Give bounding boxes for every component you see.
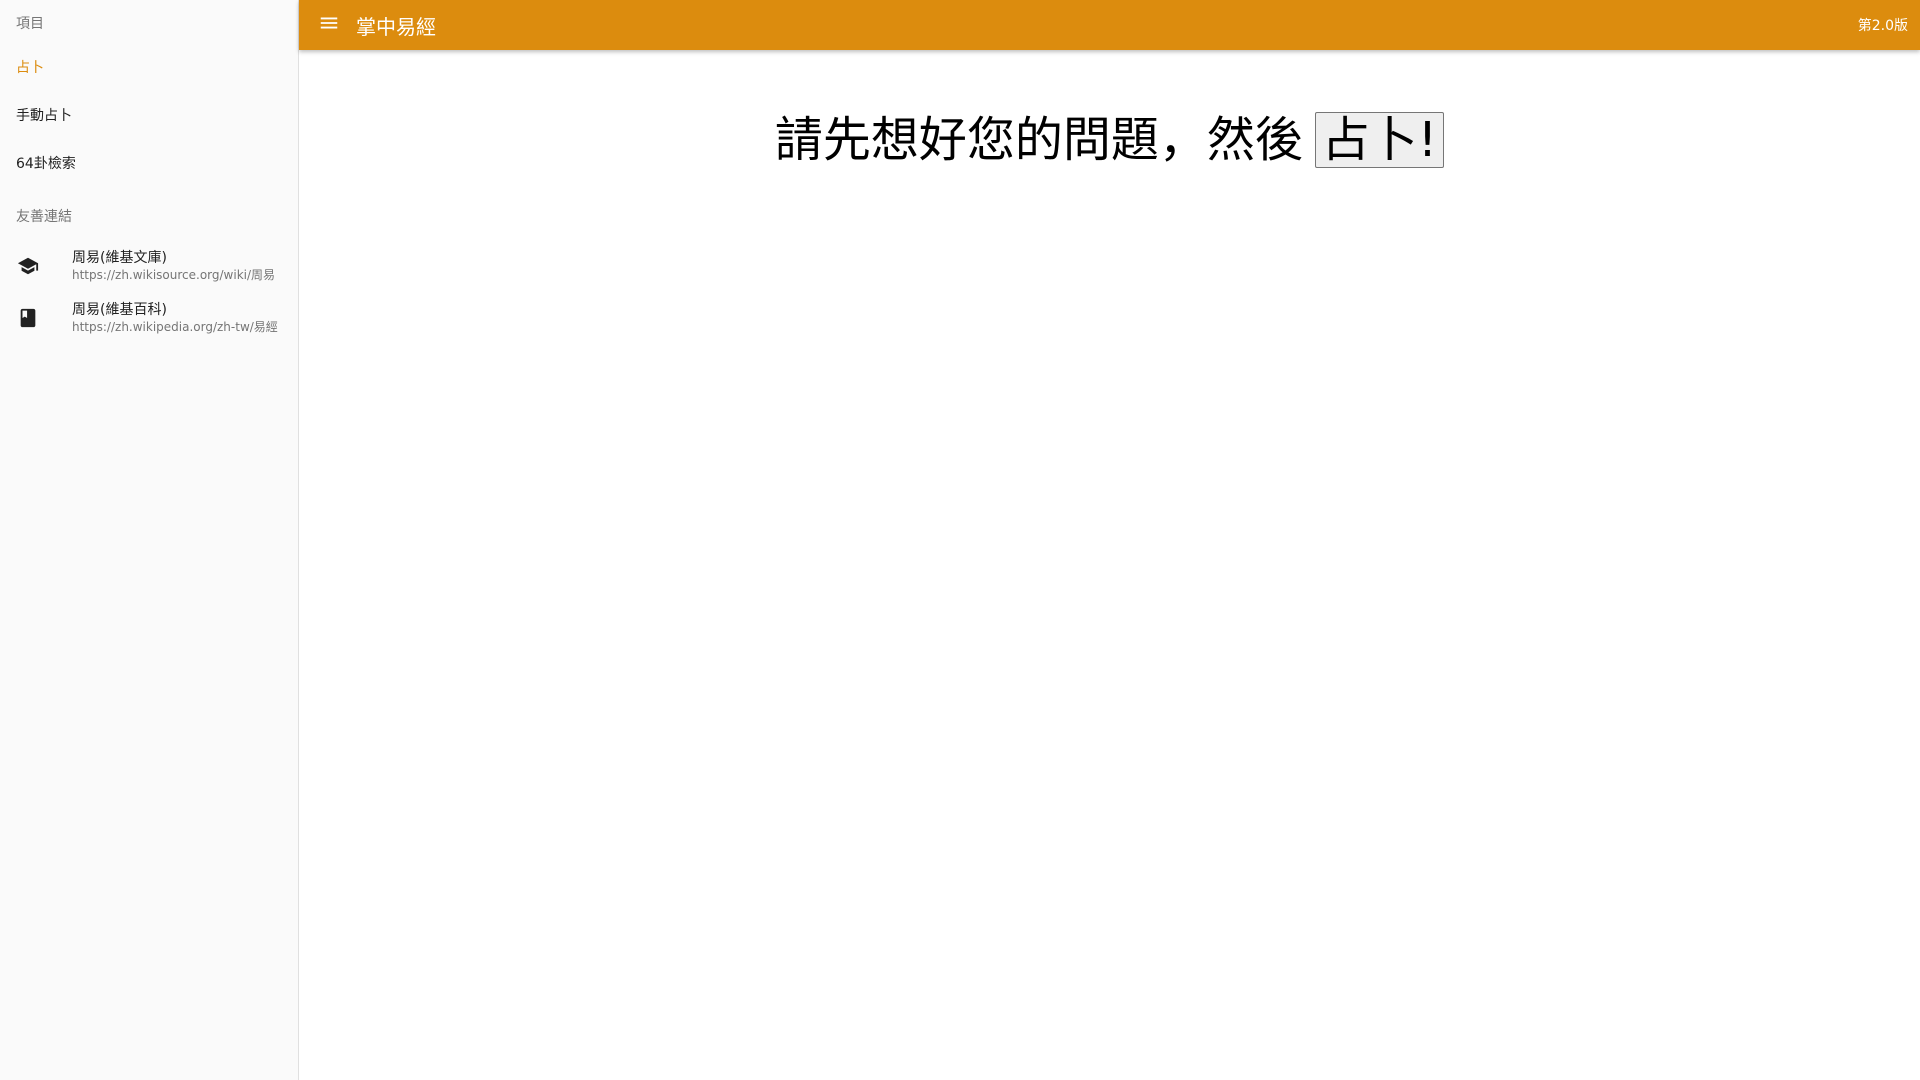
version-label: 第2.0版 xyxy=(1857,18,1908,34)
sidebar-section-links-header: 友善連結 xyxy=(16,209,72,225)
menu-icon xyxy=(318,12,340,38)
main-content: 請先想好您的問題，然後 占卜! xyxy=(299,50,1920,1080)
sidebar-item-hexagram-search[interactable]: 64卦檢索 xyxy=(0,139,298,187)
sidebar-item-label: 手動占卜 xyxy=(16,108,72,124)
link-title: 周易(維基文庫) xyxy=(72,249,167,266)
link-url: https://zh.wikisource.org/wiki/周易 xyxy=(72,267,276,282)
link-url: https://zh.wikipedia.org/zh-tw/易經 xyxy=(72,319,278,334)
link-wikipedia[interactable]: 周易(維基百科) https://zh.wikipedia.org/zh-tw/… xyxy=(0,292,298,344)
app-root: 項目 占卜 手動占卜 64卦檢索 友善連結 周易(維基文庫) https://z… xyxy=(0,0,1920,1080)
sidebar-item-manual-divination[interactable]: 手動占卜 xyxy=(0,91,298,139)
sidebar: 項目 占卜 手動占卜 64卦檢索 友善連結 周易(維基文庫) https://z… xyxy=(0,0,299,1080)
link-title: 周易(維基百科) xyxy=(72,301,167,318)
sidebar-item-label: 64卦檢索 xyxy=(16,156,76,172)
sidebar-section-items-header: 項目 xyxy=(16,16,44,32)
app-title: 掌中易經 xyxy=(356,14,436,39)
divine-button[interactable]: 占卜! xyxy=(1314,112,1445,168)
prompt-text: 請先想好您的問題，然後 xyxy=(774,112,1303,168)
sidebar-item-label: 占卜 xyxy=(16,60,44,76)
book-icon xyxy=(16,306,40,330)
school-icon xyxy=(16,254,40,278)
link-text: 周易(維基百科) https://zh.wikipedia.org/zh-tw/… xyxy=(72,301,278,336)
menu-button[interactable] xyxy=(317,13,341,37)
link-text: 周易(維基文庫) https://zh.wikisource.org/wiki/… xyxy=(72,249,275,284)
link-wikisource[interactable]: 周易(維基文庫) https://zh.wikisource.org/wiki/… xyxy=(0,240,298,292)
top-app-bar: 掌中易經 第2.0版 xyxy=(299,0,1920,50)
sidebar-item-divination[interactable]: 占卜 xyxy=(0,43,298,91)
divination-prompt: 請先想好您的問題，然後 占卜! xyxy=(299,112,1920,168)
